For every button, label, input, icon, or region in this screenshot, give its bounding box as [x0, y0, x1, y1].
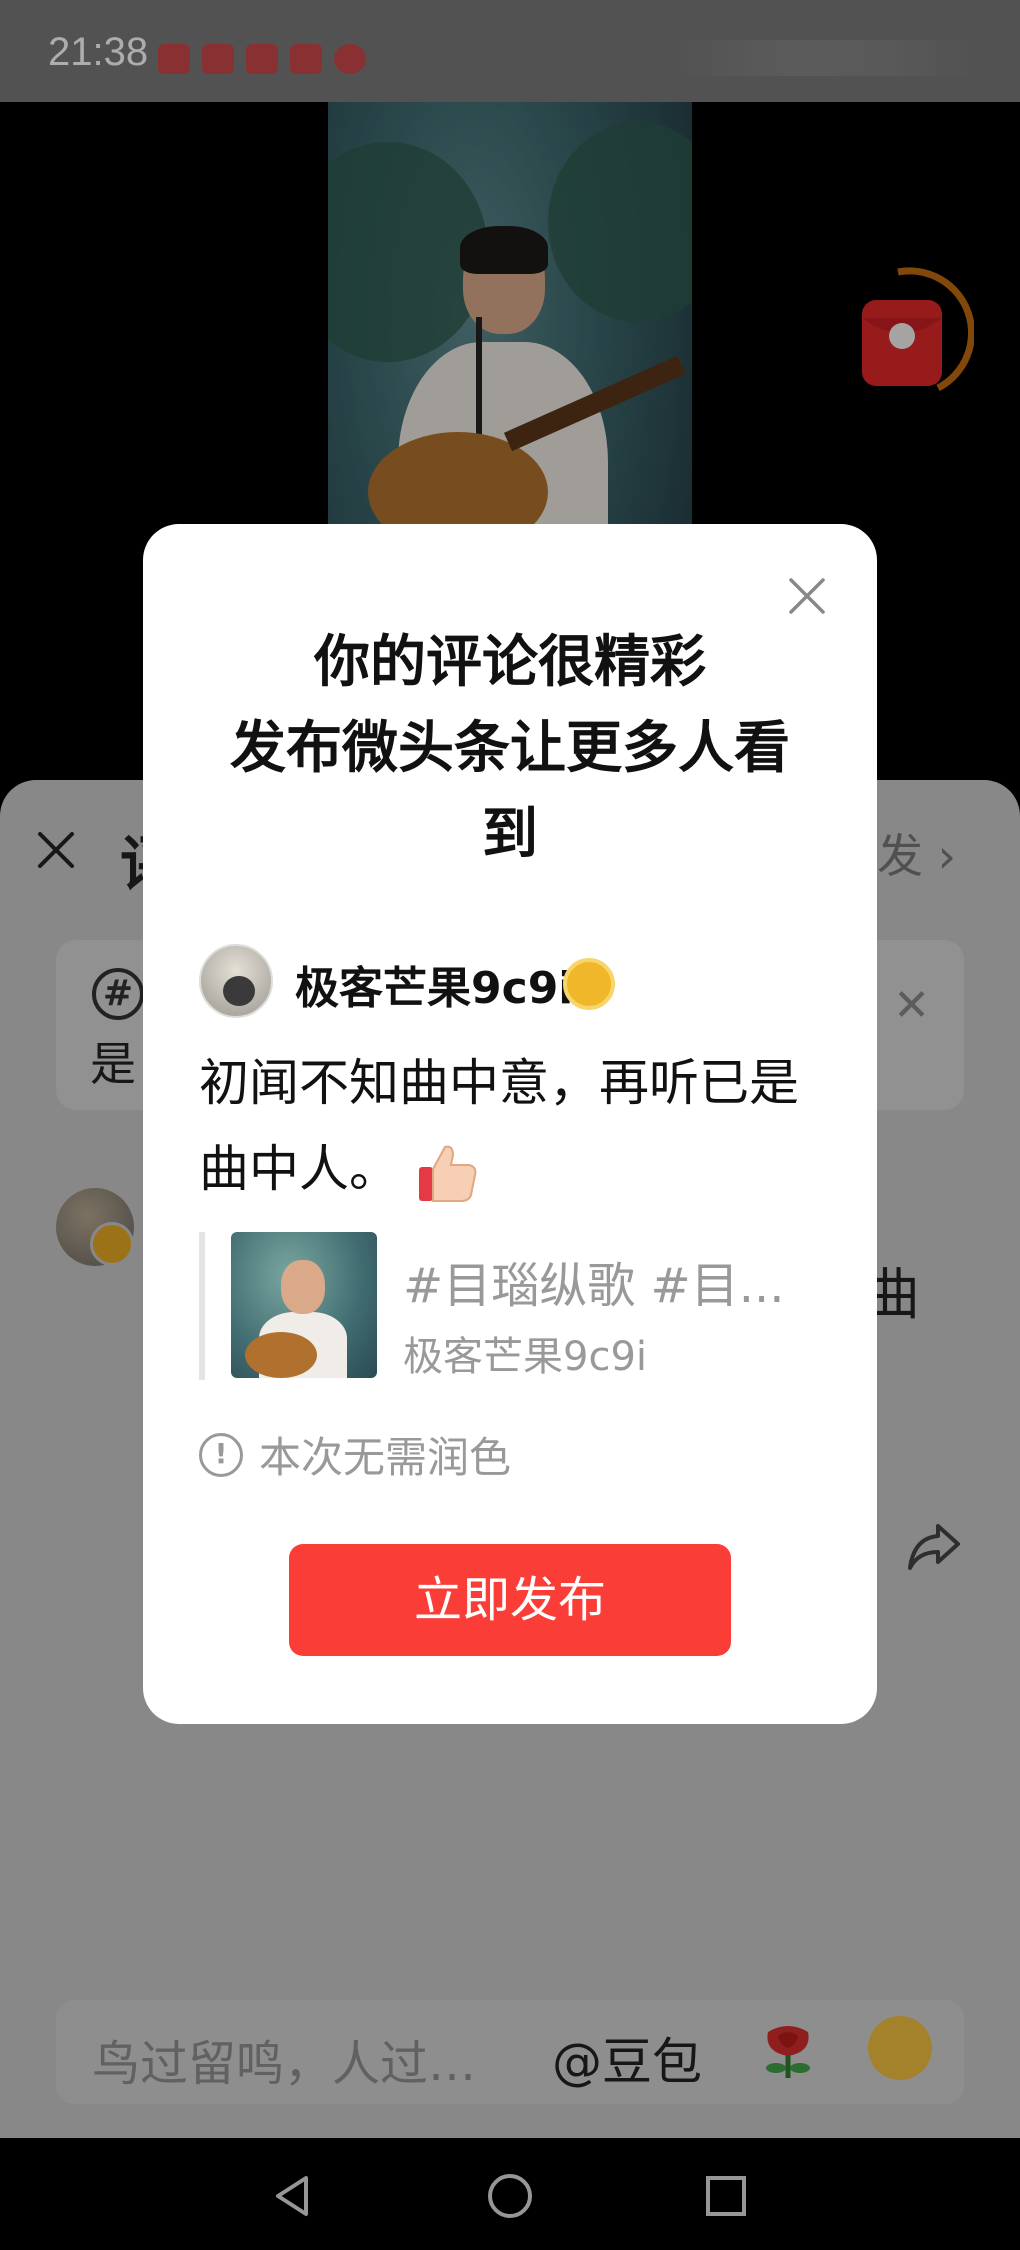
dialog-title-line: 到 — [482, 802, 538, 867]
app-notification-icon — [202, 44, 234, 74]
thumbs-up-icon — [418, 1145, 477, 1202]
dialog-title-line: 发布微头条让更多人看 — [230, 716, 790, 781]
input-placeholder: 鸟过留鸣，人过… — [92, 2036, 477, 2092]
info-icon: ! — [199, 1432, 243, 1477]
cry-emoji-icon[interactable] — [868, 2016, 932, 2080]
thumbnail-guitar — [245, 1332, 317, 1378]
quote-author: 极客芒果9c9i — [403, 1334, 648, 1380]
share-icon[interactable] — [906, 1520, 962, 1572]
rose-icon[interactable] — [756, 2018, 820, 2082]
badge-icon — [563, 958, 615, 1010]
status-bar: 21:38 — [0, 0, 1020, 102]
singer-hair — [460, 226, 548, 274]
publish-button[interactable]: 立即发布 — [289, 1544, 731, 1656]
back-icon[interactable] — [266, 2170, 318, 2222]
video-thumbnail — [231, 1232, 377, 1378]
topic-hash-icon: # — [92, 968, 144, 1020]
close-icon[interactable] — [34, 828, 78, 872]
doubao-mention-button[interactable]: @豆包 — [552, 2022, 702, 2094]
topic-text: 是 — [90, 1037, 136, 1091]
polish-notice: ! 本次无需润色 — [199, 1424, 511, 1485]
thumbnail-singer-head — [281, 1260, 325, 1314]
post-text: 初闻不知曲中意，再听已是曲中人。 — [199, 1054, 799, 1198]
quoted-video-card[interactable]: #目瑙纵歌 #目... 极客芒果9c9i — [199, 1232, 819, 1380]
status-time: 21:38 — [48, 30, 149, 74]
dialog-title-line: 你的评论很精彩 — [314, 630, 706, 695]
quote-topic: #目瑙纵歌 #目... — [403, 1258, 785, 1314]
publish-dialog: 你的评论很精彩 发布微头条让更多人看 到 极客芒果9c9i 初闻不知曲中意，再听… — [143, 524, 877, 1724]
notice-text: 本次无需润色 — [259, 1433, 512, 1482]
app-notification-icon — [246, 44, 278, 74]
dialog-title: 你的评论很精彩 发布微头条让更多人看 到 — [183, 620, 837, 878]
username: 极客芒果9c9i — [295, 963, 574, 1014]
post-label: 发 — [876, 829, 923, 883]
close-icon[interactable] — [785, 574, 829, 618]
home-icon[interactable] — [484, 2170, 536, 2222]
app-notification-icon — [334, 44, 366, 74]
avatar — [199, 944, 273, 1018]
tree — [548, 122, 692, 322]
recent-apps-icon[interactable] — [700, 2170, 752, 2222]
system-nav-bar — [0, 2138, 1020, 2250]
red-packet-icon[interactable] — [858, 260, 974, 404]
app-notification-icon — [158, 44, 190, 74]
comment-input[interactable]: 鸟过留鸣，人过… @豆包 — [56, 2000, 964, 2104]
post-button[interactable]: 发 › — [877, 820, 956, 886]
status-indicators — [676, 40, 976, 76]
badge-icon — [90, 1222, 134, 1266]
notification-icons — [158, 44, 366, 74]
post-content: 初闻不知曲中意，再听已是曲中人。 — [199, 1040, 839, 1212]
app-notification-icon — [290, 44, 322, 74]
close-icon[interactable]: ✕ — [893, 980, 930, 1031]
